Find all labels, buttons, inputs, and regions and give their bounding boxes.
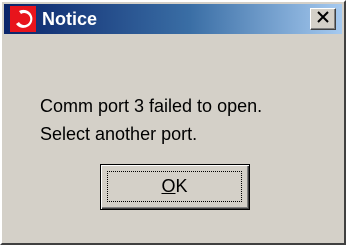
message-line-1: Comm port 3 failed to open.	[40, 96, 263, 116]
app-icon	[10, 6, 36, 32]
ok-button[interactable]: OK	[100, 164, 250, 210]
focus-rectangle: OK	[107, 171, 242, 202]
message-text: Comm port 3 failed to open. Select anoth…	[40, 92, 262, 148]
notice-dialog: Notice Comm port 3 failed to open. Selec…	[0, 0, 346, 245]
ok-mnemonic: O	[161, 176, 176, 196]
message-line-2: Select another port.	[40, 124, 198, 144]
ok-label: K	[175, 176, 188, 196]
title-bar[interactable]: Notice	[4, 4, 342, 34]
close-button[interactable]	[310, 8, 336, 30]
close-icon	[317, 10, 329, 28]
window-title: Notice	[42, 9, 98, 29]
